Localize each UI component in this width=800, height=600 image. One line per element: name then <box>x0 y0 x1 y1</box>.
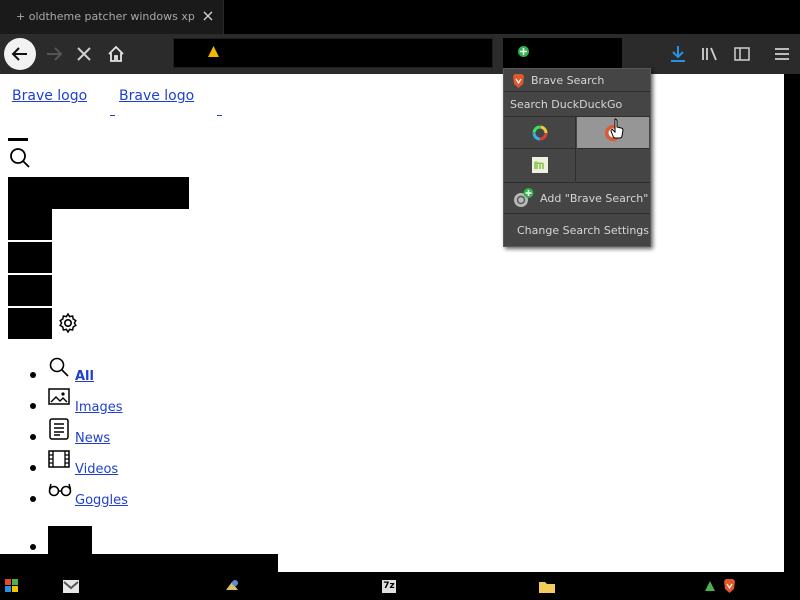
current-engine-row[interactable]: Brave Search <box>504 69 650 92</box>
engine-grid <box>504 117 650 181</box>
list-bullet <box>30 372 36 378</box>
taskbar-explorer[interactable] <box>539 578 555 594</box>
redacted-bar <box>8 138 28 141</box>
link-underline-fragment <box>217 115 222 116</box>
url-bar[interactable] <box>173 38 493 68</box>
nav-toolbar <box>0 34 800 74</box>
mouse-cursor-icon <box>610 118 624 139</box>
redacted-block <box>8 308 52 339</box>
list-bullet <box>30 403 36 409</box>
forward-button[interactable] <box>38 38 70 70</box>
brave-tray-icon <box>723 579 735 593</box>
page-content: Brave logo Brave logo All Images News Vi… <box>0 74 784 572</box>
folder-icon <box>539 581 555 593</box>
menu-button[interactable] <box>766 38 798 70</box>
warning-icon <box>208 46 219 57</box>
gear-icon[interactable] <box>57 312 79 334</box>
nav-link-news[interactable]: News <box>75 431 110 446</box>
search-settings-row[interactable]: Change Search Settings <box>504 221 650 245</box>
redacted-block <box>8 209 52 240</box>
search-icon[interactable] <box>8 146 32 170</box>
redacted-block <box>0 554 278 572</box>
search-icon <box>49 357 69 377</box>
tab-title: + oldtheme patcher windows xp - B <box>16 10 196 23</box>
list-bullet <box>30 496 36 502</box>
library-icon <box>702 47 717 61</box>
tab-close-icon[interactable]: × <box>200 8 216 24</box>
brave-logo-link[interactable]: Brave logo <box>12 88 87 113</box>
browser-tab[interactable]: + oldtheme patcher windows xp - B × <box>0 0 224 34</box>
list-bullet <box>30 544 36 550</box>
search-with-header: Search DuckDuckGo <box>504 93 650 117</box>
app-icon <box>226 580 238 590</box>
list-bullet <box>30 465 36 471</box>
screen: + oldtheme patcher windows xp - B × Brav… <box>0 0 800 600</box>
forward-arrow-icon <box>47 47 63 61</box>
search-bar[interactable] <box>503 38 622 68</box>
windows-start-icon <box>5 579 18 592</box>
nav-link-all[interactable]: All <box>75 369 94 384</box>
tray-item[interactable] <box>702 578 718 594</box>
search-engine-popup: Brave Search Search DuckDuckGo Add "Brav… <box>503 68 651 247</box>
taskbar-7zip[interactable]: 7z <box>381 578 397 594</box>
tab-strip: + oldtheme patcher windows xp - B × <box>0 0 800 34</box>
image-icon <box>48 388 70 405</box>
current-engine-label: Brave Search <box>531 74 605 87</box>
brave-logo-link-2[interactable]: Brave logo <box>119 88 194 113</box>
engine-button-empty[interactable] <box>577 149 649 181</box>
film-icon <box>48 450 70 468</box>
home-icon <box>108 45 124 62</box>
stop-icon <box>77 47 91 61</box>
home-button[interactable] <box>100 38 132 70</box>
mojeek-icon <box>531 157 548 173</box>
tray-brave[interactable] <box>721 578 737 594</box>
taskbar-app[interactable] <box>224 578 240 594</box>
back-button[interactable] <box>4 38 36 70</box>
tray-icon <box>705 581 715 591</box>
sidebar-button[interactable] <box>726 38 758 70</box>
add-engine-icon <box>518 46 529 57</box>
list-bullet <box>30 434 36 440</box>
download-icon <box>671 46 685 62</box>
redacted-block <box>8 242 52 273</box>
nav-link-images[interactable]: Images <box>75 400 123 415</box>
stop-button[interactable] <box>68 38 100 70</box>
taskbar-gmail[interactable] <box>63 578 79 594</box>
add-engine-label: Add "Brave Search" <box>540 192 649 205</box>
search-with-label: Search DuckDuckGo <box>510 98 623 111</box>
downloads-button[interactable] <box>662 38 694 70</box>
7zip-icon: 7z <box>382 579 396 593</box>
sidebar-icon <box>734 47 750 61</box>
library-button[interactable] <box>694 38 726 70</box>
news-icon <box>49 418 69 440</box>
link-underline-fragment <box>110 115 115 116</box>
start-button[interactable] <box>4 578 20 594</box>
nav-link-videos[interactable]: Videos <box>75 462 118 477</box>
hamburger-icon <box>775 48 789 60</box>
gmail-icon <box>63 579 79 593</box>
scrollbar[interactable] <box>784 74 800 572</box>
brave-lion-icon <box>513 74 524 88</box>
taskbar: 7z <box>0 572 800 600</box>
add-engine-row[interactable]: Add "Brave Search" <box>504 182 650 214</box>
redacted-block <box>8 177 189 209</box>
rainbow-ring-icon <box>532 125 547 140</box>
add-search-engine-icon <box>514 188 534 207</box>
engine-button-1[interactable] <box>504 117 576 149</box>
back-arrow-icon <box>11 47 27 61</box>
redacted-block <box>8 275 52 306</box>
engine-button-mojeek[interactable] <box>504 149 576 181</box>
glasses-icon <box>48 483 72 497</box>
nav-link-goggles[interactable]: Goggles <box>75 493 128 508</box>
search-settings-label: Change Search Settings <box>517 224 650 237</box>
